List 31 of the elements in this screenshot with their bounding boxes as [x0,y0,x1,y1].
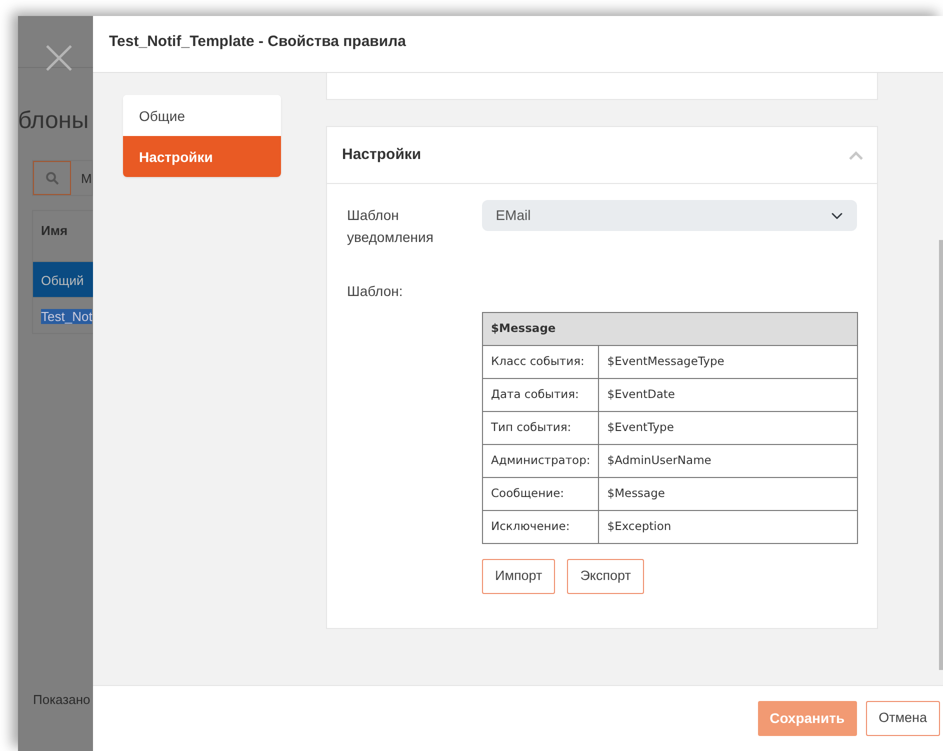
cancel-button[interactable]: Отмена [866,701,940,736]
table-cell: Test_Not [41,309,92,324]
template-value: $EventMessageType [598,346,858,378]
outline-button[interactable]: Экспорт [567,559,644,594]
template-value: $Message [598,478,858,510]
template-key: Исключение: [482,510,599,544]
table-cell: Общий [41,273,84,288]
close-icon[interactable] [45,44,73,72]
field-label: Шаблон уведомления [347,206,434,247]
table-row[interactable]: Общий [33,261,93,297]
nav-tab[interactable]: Настройки [123,136,281,177]
template-value: $EventType [598,412,858,444]
template-key: Тип события: [482,412,599,444]
page-title: блоны [18,106,90,136]
field-label: Шаблон: [347,282,404,301]
dialog-title: Test_Notif_Template - Свойства правила [93,16,943,73]
outline-button[interactable]: Импорт [482,559,556,594]
chevron-up-icon[interactable] [849,150,863,160]
section-title: Настройки [342,144,422,165]
template-value: $AdminUserName [598,444,858,478]
template-value: $EventDate [598,378,858,412]
template-key: Сообщение: [482,478,599,510]
template-key: Дата события: [482,378,599,412]
template-value: $Exception [598,510,858,544]
scrollbar[interactable] [939,240,943,670]
template-key: Класс события: [482,346,599,378]
template-header: $Message [482,312,858,346]
template-key: Администратор: [482,444,599,478]
nav-tab[interactable]: Общие [123,95,281,136]
column-header: Имя [40,222,69,240]
pagination-info: Показано [33,690,92,708]
